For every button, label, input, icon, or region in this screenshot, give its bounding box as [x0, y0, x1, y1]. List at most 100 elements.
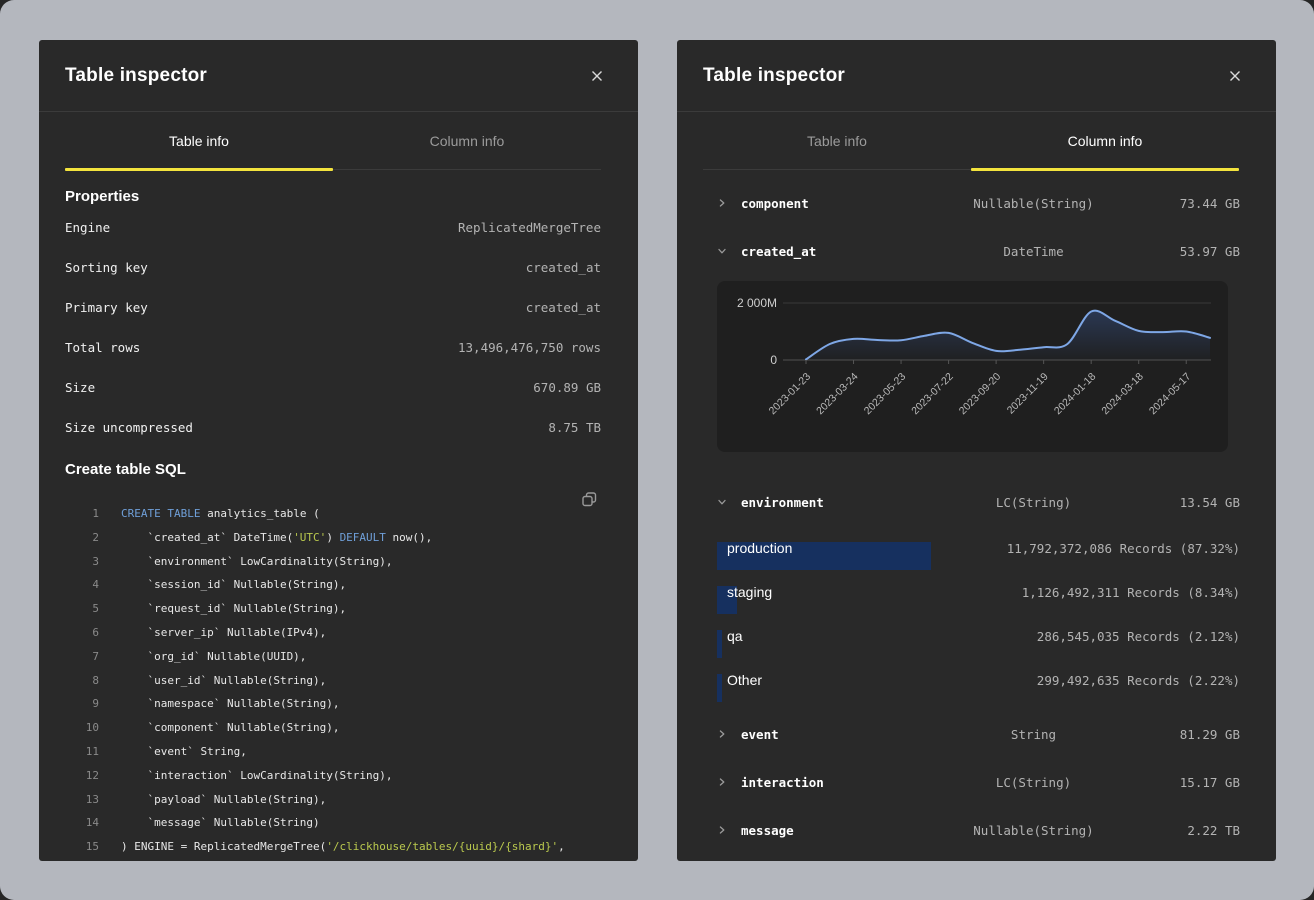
tab-bar: Table info Column info [703, 112, 1239, 170]
expand-toggle[interactable] [717, 246, 741, 256]
sql-line-number: 15 [65, 835, 99, 859]
sql-token: analytics_table ( [200, 507, 319, 520]
value-label: staging [717, 578, 772, 606]
property-value: ReplicatedMergeTree [458, 220, 601, 235]
column-row-event[interactable]: eventString81.29 GB [717, 710, 1240, 758]
svg-text:2024-01-18: 2024-01-18 [1052, 371, 1099, 418]
column-row-component[interactable]: componentNullable(String)73.44 GB [717, 179, 1240, 227]
sql-line-number: 10 [65, 716, 99, 740]
property-row: EngineReplicatedMergeTree [65, 207, 601, 247]
svg-text:0: 0 [770, 353, 777, 367]
sql-token: DEFAULT [340, 531, 386, 544]
property-row: Sorting keycreated_at [65, 247, 601, 287]
column-row-environment[interactable]: environmentLC(String)13.54 GB [717, 478, 1240, 526]
value-bar-wrap: qa [717, 622, 1037, 650]
properties-heading: Properties [65, 187, 601, 207]
sql-line-number: 5 [65, 597, 99, 621]
sql-line: 6 `server_ip` Nullable(IPv4), [65, 621, 601, 645]
property-value: created_at [526, 260, 601, 275]
column-type: Nullable(String) [937, 823, 1130, 838]
sql-token: `org_id` Nullable(UUID), [121, 650, 306, 663]
sql-line-code: `interaction` LowCardinality(String), [121, 764, 393, 788]
tab-column-info[interactable]: Column info [971, 112, 1239, 169]
sql-line-code: `created_at` DateTime('UTC') DEFAULT now… [121, 526, 432, 550]
tab-column-info[interactable]: Column info [333, 112, 601, 169]
value-records: 286,545,035 Records (2.12%) [1037, 629, 1240, 644]
copy-sql-button[interactable] [578, 488, 601, 514]
column-row-message[interactable]: messageNullable(String)2.22 TB [717, 806, 1240, 854]
column-type: LC(String) [937, 495, 1130, 510]
sql-line-code: `namespace` Nullable(String), [121, 692, 340, 716]
sql-token: `payload` Nullable(String), [121, 793, 326, 806]
expand-toggle[interactable] [717, 825, 741, 835]
sql-line-number: 6 [65, 621, 99, 645]
dialog-title: Table inspector [65, 65, 207, 87]
dialog-title: Table inspector [703, 65, 845, 87]
property-label: Size uncompressed [65, 420, 193, 435]
create-table-sql-heading: Create table SQL [65, 460, 601, 480]
chevron-right-icon [717, 729, 727, 739]
property-value: created_at [526, 300, 601, 315]
column-name: interaction [741, 775, 937, 790]
sql-line-number: 14 [65, 811, 99, 835]
chevron-down-icon [717, 497, 727, 507]
value-records: 1,126,492,311 Records (8.34%) [1022, 585, 1240, 600]
sql-line-number: 13 [65, 788, 99, 812]
svg-text:2023-01-23: 2023-01-23 [767, 371, 814, 418]
close-button[interactable] [1224, 65, 1246, 87]
sql-line: 3 `environment` LowCardinality(String), [65, 550, 601, 574]
column-name: message [741, 823, 937, 838]
column-size: 2.22 TB [1130, 823, 1240, 838]
sql-token: ) ENGINE = ReplicatedMergeTree( [121, 840, 326, 853]
tab-table-info[interactable]: Table info [703, 112, 971, 169]
sql-token: `namespace` Nullable(String), [121, 697, 340, 710]
property-value: 8.75 TB [548, 420, 601, 435]
sql-token: `server_ip` Nullable(IPv4), [121, 626, 326, 639]
expand-toggle[interactable] [717, 729, 741, 739]
sql-token: `user_id` Nullable(String), [121, 674, 326, 687]
column-row-created_at[interactable]: created_atDateTime53.97 GB [717, 227, 1240, 275]
sql-line: 15) ENGINE = ReplicatedMergeTree('/click… [65, 835, 601, 859]
chevron-right-icon [717, 198, 727, 208]
sql-line: 10 `component` Nullable(String), [65, 716, 601, 740]
svg-text:2024-03-18: 2024-03-18 [1099, 371, 1146, 418]
chevron-right-icon [717, 825, 727, 835]
sql-line: 11 `event` String, [65, 740, 601, 764]
created-at-area-chart: 2 000M02023-01-232023-03-242023-05-23202… [717, 281, 1228, 452]
value-bar-wrap: Other [717, 666, 1037, 694]
property-row: Size uncompressed 8.75 TB [65, 407, 601, 447]
column-row-interaction[interactable]: interactionLC(String)15.17 GB [717, 758, 1240, 806]
expand-toggle[interactable] [717, 497, 741, 507]
close-icon [590, 69, 604, 83]
table-inspector-dialog-table-info: Table inspector Table info Column info P… [39, 40, 638, 861]
sql-token: `message` Nullable(String) [121, 816, 320, 829]
copy-icon [581, 491, 598, 508]
expand-toggle[interactable] [717, 777, 741, 787]
area-fill [806, 311, 1210, 360]
column-info-content: componentNullable(String)73.44 GBcreated… [677, 170, 1276, 854]
column-distribution-chart: 2 000M02023-01-232023-03-242023-05-23202… [717, 281, 1228, 452]
sql-line-number: 7 [65, 645, 99, 669]
value-records: 11,792,372,086 Records (87.32%) [1007, 541, 1240, 556]
table-info-content: Properties EngineReplicatedMergeTreeSort… [39, 187, 638, 859]
sql-token: 'UTC' [293, 531, 326, 544]
sql-token: , [558, 840, 565, 853]
sql-token: `event` String, [121, 745, 247, 758]
column-type: String [937, 727, 1130, 742]
sql-line: 5 `request_id` Nullable(String), [65, 597, 601, 621]
sql-line-number: 9 [65, 692, 99, 716]
svg-text:2023-03-24: 2023-03-24 [814, 371, 861, 418]
value-label: qa [717, 622, 743, 650]
property-row: Primary keycreated_at [65, 287, 601, 327]
sql-line-code: `component` Nullable(String), [121, 716, 340, 740]
tab-table-info[interactable]: Table info [65, 112, 333, 169]
close-button[interactable] [586, 65, 608, 87]
sql-line-number: 12 [65, 764, 99, 788]
svg-text:2 000M: 2 000M [737, 296, 777, 310]
expand-toggle[interactable] [717, 198, 741, 208]
create-table-sql-block: 1CREATE TABLE analytics_table (2 `create… [65, 502, 601, 859]
sql-line-code: `session_id` Nullable(String), [121, 573, 346, 597]
column-size: 73.44 GB [1130, 196, 1240, 211]
sql-token: `interaction` LowCardinality(String), [121, 769, 393, 782]
sql-line-code: `server_ip` Nullable(IPv4), [121, 621, 326, 645]
